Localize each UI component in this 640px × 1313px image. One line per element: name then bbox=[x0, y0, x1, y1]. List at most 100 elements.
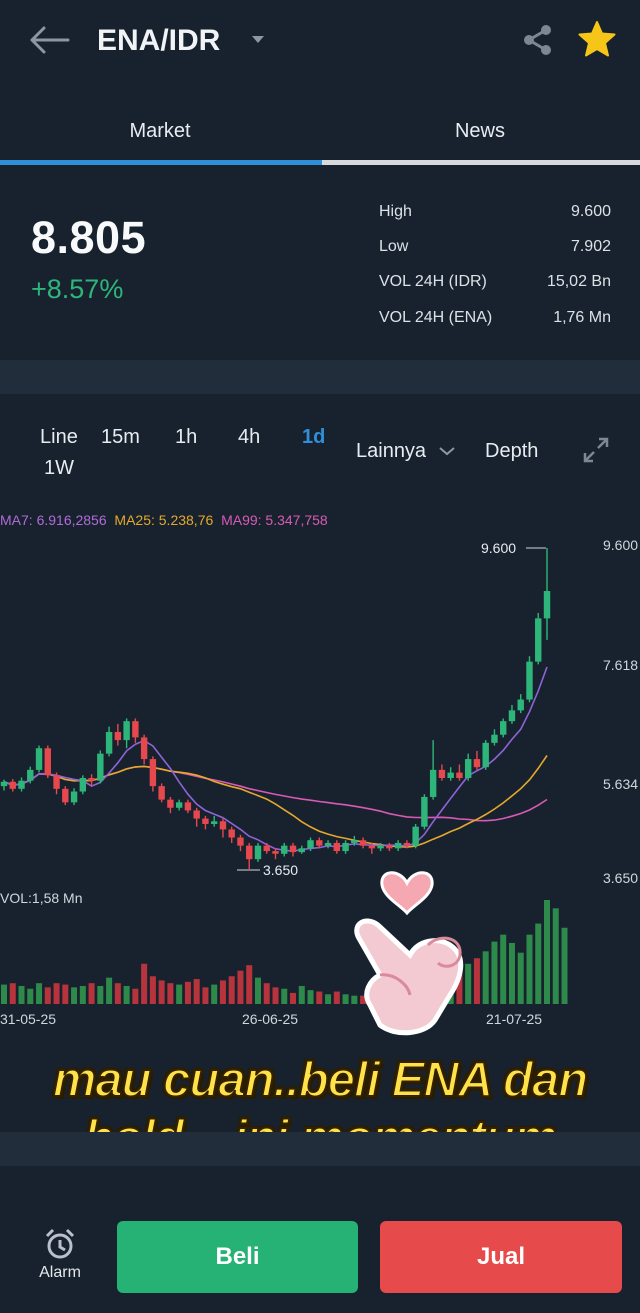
candle-body bbox=[298, 848, 305, 853]
interval-4h[interactable]: 4h bbox=[238, 426, 260, 449]
buy-button[interactable]: Beli bbox=[117, 1221, 358, 1293]
more-intervals-dropdown[interactable]: Lainnya bbox=[356, 440, 426, 463]
volume-bar bbox=[158, 980, 165, 1004]
candle-body bbox=[158, 786, 165, 800]
candle-body bbox=[219, 821, 227, 830]
volume-bar bbox=[526, 934, 533, 1004]
candle-body bbox=[88, 778, 95, 781]
candle-body bbox=[114, 732, 122, 741]
candle-body bbox=[438, 769, 446, 778]
volume-bar bbox=[167, 983, 174, 1004]
volume-bar bbox=[211, 984, 218, 1004]
volume-bar bbox=[79, 985, 86, 1004]
volume-bar bbox=[88, 983, 95, 1004]
volume-bar bbox=[290, 992, 297, 1004]
favorite-star-icon[interactable] bbox=[577, 19, 617, 59]
candle-body bbox=[412, 826, 419, 846]
candle-body bbox=[79, 778, 87, 792]
candle-body bbox=[281, 845, 288, 854]
stat-low-label: Low bbox=[379, 238, 409, 255]
x-tick-label: 26-06-25 bbox=[242, 1011, 298, 1027]
tab-indicator-inactive bbox=[322, 160, 640, 165]
candle-body bbox=[482, 742, 489, 768]
volume-bar bbox=[254, 977, 261, 1004]
finger-heart-sticker bbox=[354, 871, 464, 1036]
volume-bar bbox=[491, 941, 498, 1004]
interval-1w[interactable]: 1W bbox=[44, 457, 74, 480]
ma7-value: MA7: 6.916,2856 bbox=[0, 512, 107, 528]
candle-body bbox=[272, 851, 279, 854]
volume-bar bbox=[298, 985, 305, 1004]
candle-body bbox=[508, 710, 516, 722]
volume-bars bbox=[1, 900, 568, 1004]
volume-bar bbox=[561, 927, 568, 1004]
volume-bar bbox=[508, 942, 515, 1004]
volume-bar bbox=[263, 983, 270, 1004]
y-tick-label: 7.618 bbox=[603, 657, 638, 673]
last-price: 8.805 bbox=[31, 212, 147, 263]
candle-body bbox=[237, 837, 244, 846]
candle-body bbox=[175, 802, 183, 808]
candle-body bbox=[351, 840, 358, 843]
fullscreen-expand-icon[interactable] bbox=[582, 436, 610, 464]
interval-1d[interactable]: 1d bbox=[302, 426, 325, 449]
volume-bar bbox=[149, 976, 156, 1004]
candle-body bbox=[70, 791, 78, 803]
candle-body bbox=[140, 737, 148, 760]
back-arrow-icon[interactable] bbox=[26, 22, 70, 58]
candle-body bbox=[202, 818, 209, 824]
volume-bar bbox=[114, 983, 121, 1004]
tab-market[interactable]: Market bbox=[0, 100, 320, 160]
candle-body bbox=[149, 759, 157, 787]
volume-bar bbox=[500, 934, 507, 1004]
candle-body bbox=[254, 845, 262, 860]
candle-body bbox=[464, 759, 472, 778]
stat-vol-idr-label: VOL 24H (IDR) bbox=[379, 273, 487, 290]
volume-bar bbox=[141, 963, 148, 1004]
section-divider bbox=[0, 360, 640, 394]
alarm-button[interactable]: Alarm bbox=[30, 1226, 90, 1286]
depth-button[interactable]: Depth bbox=[485, 440, 538, 463]
tab-indicator-active bbox=[0, 160, 322, 165]
candle-body bbox=[105, 732, 113, 754]
volume-bar bbox=[193, 979, 200, 1004]
candle-body bbox=[421, 796, 428, 827]
interval-line[interactable]: Line bbox=[40, 426, 78, 449]
tab-news[interactable]: News bbox=[320, 100, 640, 160]
pair-title[interactable]: ENA/IDR bbox=[97, 24, 220, 58]
volume-bar bbox=[202, 987, 209, 1004]
volume-bar bbox=[228, 976, 235, 1004]
candle-body bbox=[246, 845, 253, 860]
volume-bar bbox=[544, 900, 550, 1004]
volume-bar bbox=[184, 981, 191, 1004]
interval-15m[interactable]: 15m bbox=[101, 426, 140, 449]
volume-bar bbox=[219, 980, 226, 1004]
chevron-down-icon[interactable] bbox=[437, 441, 457, 461]
chevron-down-icon[interactable] bbox=[248, 30, 268, 50]
candle-body bbox=[9, 781, 16, 789]
candle-body bbox=[517, 699, 524, 711]
candle-body bbox=[491, 734, 498, 743]
volume-bar bbox=[272, 987, 279, 1004]
volume-bar bbox=[1, 984, 7, 1004]
volume-bar bbox=[307, 990, 314, 1004]
candle-body bbox=[473, 759, 481, 768]
interval-1h[interactable]: 1h bbox=[175, 426, 197, 449]
stat-vol-ena-value: 1,76 Mn bbox=[553, 309, 611, 326]
stat-low-value: 7.902 bbox=[570, 238, 611, 255]
volume-bar bbox=[552, 908, 559, 1004]
candles bbox=[0, 548, 551, 870]
candle-body bbox=[500, 721, 507, 735]
alarm-label: Alarm bbox=[39, 1264, 81, 1281]
low-annotation: 3.650 bbox=[263, 862, 298, 878]
candlestick-chart[interactable]: 9.600 7.618 5.634 3.650 31-05-25 26-06-2… bbox=[0, 530, 640, 1040]
candle-body bbox=[543, 591, 551, 619]
candle-body bbox=[27, 769, 34, 781]
candle-body bbox=[132, 721, 139, 738]
volume-bar bbox=[71, 987, 78, 1004]
ma99-value: MA99: 5.347,758 bbox=[221, 512, 328, 528]
ma-legend: MA7: 6.916,2856 MA25: 5.238,76 MA99: 5.3… bbox=[0, 512, 328, 528]
candle-body bbox=[316, 840, 323, 846]
share-icon[interactable] bbox=[520, 22, 556, 58]
sell-button[interactable]: Jual bbox=[380, 1221, 622, 1293]
